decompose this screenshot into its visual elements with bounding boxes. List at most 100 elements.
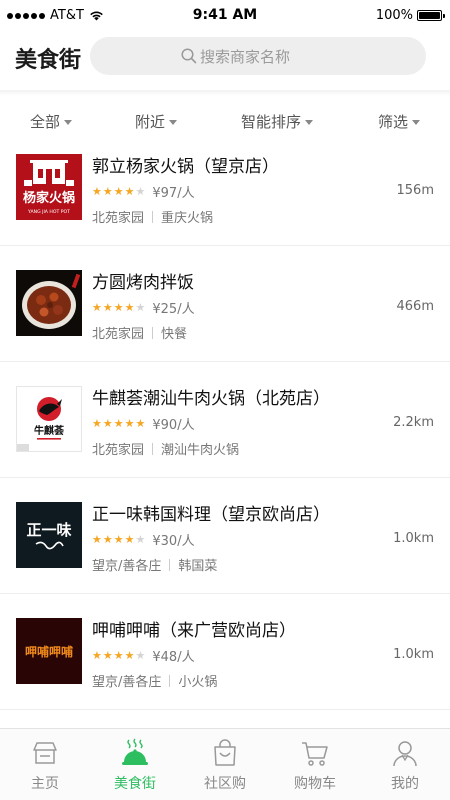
tab-label: 主页	[31, 776, 59, 792]
star-rating: ★ ★ ★ ★ ★	[92, 186, 146, 197]
star-icon: ★	[92, 649, 102, 662]
rating-row: ★ ★ ★ ★ ★ ¥25/人	[92, 298, 195, 317]
star-rating: ★ ★ ★ ★ ★	[92, 534, 146, 545]
restaurant-name: 方圆烤肉拌饭	[92, 273, 194, 293]
star-icon: ★	[92, 301, 102, 314]
svg-text:杨家火锅: 杨家火锅	[23, 190, 75, 206]
filter-screen[interactable]: 筛选	[378, 111, 421, 132]
tags: 北苑家园 潮汕牛肉火锅	[92, 439, 239, 458]
tab-label: 社区购	[204, 776, 246, 792]
header-divider	[0, 90, 450, 96]
food-cloche-icon	[122, 738, 148, 765]
area-tag: 北苑家园	[92, 211, 145, 226]
shopping-bag-icon	[214, 739, 236, 766]
filter-all[interactable]: 全部	[30, 111, 73, 132]
area-tag: 北苑家园	[92, 327, 145, 342]
star-icon: ★	[92, 185, 102, 198]
restaurant-thumbnail	[16, 270, 82, 336]
restaurant-thumbnail: 牛麒荟	[16, 386, 82, 452]
tab-label: 购物车	[294, 776, 336, 792]
svg-text:正一味: 正一味	[26, 521, 71, 539]
battery-icon	[417, 10, 445, 21]
tab-cart[interactable]: 购物车	[270, 729, 360, 800]
category-tag: 快餐	[161, 327, 188, 342]
distance: 1.0km	[393, 647, 434, 662]
tab-home[interactable]: 主页	[0, 729, 90, 800]
star-icon: ★	[102, 533, 113, 546]
restaurant-item[interactable]: 呷哺呷哺 呷哺呷哺（来广营欧尚店） ★ ★ ★ ★ ★ ¥48/人 1.0km 望京/善…	[0, 594, 450, 710]
restaurant-thumbnail: 正一味	[16, 502, 82, 568]
svg-text:YANG JIA HOT POT: YANG JIA HOT POT	[27, 209, 70, 215]
category-tag: 韩国菜	[178, 559, 218, 574]
star-icon: ★	[124, 301, 135, 314]
svg-text:牛麒荟: 牛麒荟	[34, 424, 65, 437]
chevron-down-icon	[169, 120, 178, 125]
price-per-person: ¥90/人	[152, 418, 195, 433]
category-tag: 小火锅	[178, 675, 218, 690]
restaurant-item[interactable]: 杨家火锅 YANG JIA HOT POT 郭立杨家火锅（望京店） ★ ★ ★ ★ ★ …	[0, 130, 450, 246]
tab-community[interactable]: 社区购	[180, 729, 270, 800]
filter-nearby[interactable]: 附近	[135, 111, 178, 132]
star-icon: ★	[135, 533, 146, 546]
distance: 466m	[396, 299, 434, 314]
star-icon: ★	[124, 649, 135, 662]
tags: 北苑家园 重庆火锅	[92, 207, 213, 226]
distance: 2.2km	[393, 415, 434, 430]
category-tag: 潮汕牛肉火锅	[161, 443, 240, 458]
restaurant-name: 郭立杨家火锅（望京店）	[92, 157, 279, 177]
tab-label: 美食街	[114, 776, 156, 792]
status-bar: AT&T 9:41 AM 100%	[0, 0, 450, 32]
star-icon: ★	[102, 649, 113, 662]
search-icon	[181, 48, 197, 64]
search-placeholder: 搜索商家名称	[200, 47, 291, 66]
star-icon: ★	[102, 185, 113, 198]
price-per-person: ¥30/人	[152, 534, 195, 549]
cart-icon	[302, 742, 328, 766]
search-input[interactable]: 搜索商家名称	[90, 37, 426, 75]
star-icon: ★	[135, 185, 146, 198]
restaurant-item[interactable]: 正一味 正一味韩国料理（望京欧尚店） ★ ★ ★ ★ ★ ¥30/人 1.0km 望京/…	[0, 478, 450, 594]
star-icon: ★	[124, 185, 135, 198]
app-logo: 美食街	[15, 48, 82, 73]
area-tag: 望京/善各庄	[92, 559, 162, 574]
area-tag: 望京/善各庄	[92, 675, 162, 690]
category-tag: 重庆火锅	[161, 211, 214, 226]
restaurant-thumbnail: 呷哺呷哺	[16, 618, 82, 684]
restaurant-item[interactable]: 方圆烤肉拌饭 ★ ★ ★ ★ ★ ¥25/人 466m 北苑家园 快餐	[0, 246, 450, 362]
star-icon: ★	[113, 533, 124, 546]
distance: 1.0km	[393, 531, 434, 546]
star-icon: ★	[113, 649, 124, 662]
chevron-down-icon	[64, 120, 73, 125]
chevron-down-icon	[412, 120, 421, 125]
user-icon	[393, 741, 417, 767]
star-icon: ★	[135, 417, 146, 430]
star-rating: ★ ★ ★ ★ ★	[92, 650, 146, 661]
star-icon: ★	[113, 417, 124, 430]
star-icon: ★	[124, 417, 135, 430]
star-icon: ★	[92, 533, 102, 546]
rating-row: ★ ★ ★ ★ ★ ¥90/人	[92, 414, 195, 433]
tags: 望京/善各庄 小火锅	[92, 671, 217, 690]
tab-food-street[interactable]: 美食街	[90, 729, 180, 800]
price-per-person: ¥25/人	[152, 302, 195, 317]
chevron-down-icon	[305, 120, 314, 125]
price-per-person: ¥48/人	[152, 650, 195, 665]
restaurant-thumbnail: 杨家火锅 YANG JIA HOT POT	[16, 154, 82, 220]
tags: 北苑家园 快餐	[92, 323, 187, 342]
star-icon: ★	[102, 301, 113, 314]
rating-row: ★ ★ ★ ★ ★ ¥97/人	[92, 182, 195, 201]
star-icon: ★	[113, 301, 124, 314]
rating-row: ★ ★ ★ ★ ★ ¥30/人	[92, 530, 195, 549]
star-icon: ★	[92, 417, 102, 430]
distance: 156m	[396, 183, 434, 198]
tab-profile[interactable]: 我的	[360, 729, 450, 800]
filter-sort[interactable]: 智能排序	[241, 111, 314, 132]
star-icon: ★	[135, 301, 146, 314]
star-icon: ★	[113, 185, 124, 198]
price-per-person: ¥97/人	[152, 186, 195, 201]
battery-percent: 100%	[375, 8, 413, 23]
restaurant-name: 正一味韩国料理（望京欧尚店）	[92, 505, 330, 525]
restaurant-item[interactable]: 牛麒荟 牛麒荟潮汕牛肉火锅（北苑店） ★ ★ ★ ★ ★ ¥90/人 2.2km 北苑家…	[0, 362, 450, 478]
rating-row: ★ ★ ★ ★ ★ ¥48/人	[92, 646, 195, 665]
star-icon: ★	[124, 533, 135, 546]
